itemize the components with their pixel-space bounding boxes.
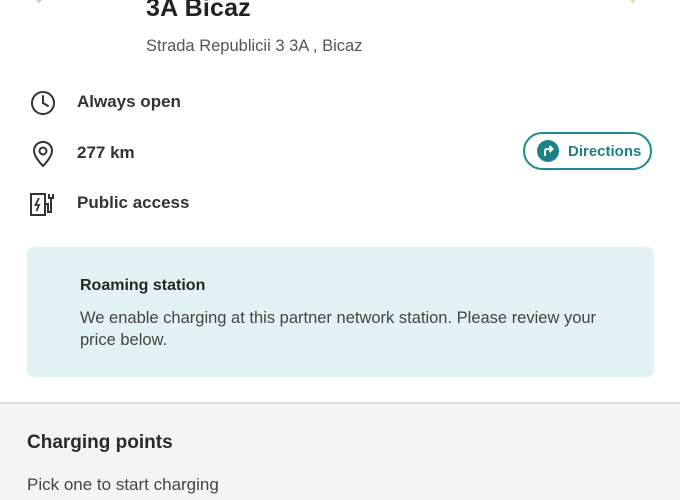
back-icon[interactable] bbox=[32, 0, 46, 4]
roaming-description: We enable charging at this partner netwo… bbox=[80, 309, 597, 349]
turn-right-arrow-icon bbox=[537, 140, 559, 162]
charging-points-section: Charging points Pick one to start chargi… bbox=[0, 404, 680, 500]
charging-points-title: Charging points bbox=[27, 432, 173, 453]
distance-row: 277 km bbox=[28, 139, 428, 169]
opening-hours-text: Always open bbox=[77, 92, 181, 111]
directions-label: Directions bbox=[568, 142, 642, 160]
charging-points-subtitle: Pick one to start charging bbox=[27, 475, 219, 494]
station-details-card: 3A Bicaz Strada Republicii 3 3A , Bicaz … bbox=[0, 0, 680, 402]
charging-station-icon bbox=[30, 193, 54, 216]
clock-icon bbox=[31, 91, 55, 115]
directions-button[interactable]: Directions bbox=[523, 132, 652, 170]
location-pin-icon bbox=[32, 140, 54, 168]
star-icon[interactable] bbox=[626, 0, 640, 4]
roaming-notice: Roaming station We enable charging at th… bbox=[27, 247, 654, 377]
distance-text: 277 km bbox=[77, 143, 135, 162]
roaming-title: Roaming station bbox=[80, 277, 206, 294]
access-text: Public access bbox=[77, 193, 190, 212]
opening-hours-row: Always open bbox=[28, 88, 428, 118]
station-address: Strada Republicii 3 3A , Bicaz bbox=[146, 37, 363, 55]
access-row: Public access bbox=[28, 189, 428, 219]
station-name: 3A Bicaz bbox=[146, 0, 251, 22]
